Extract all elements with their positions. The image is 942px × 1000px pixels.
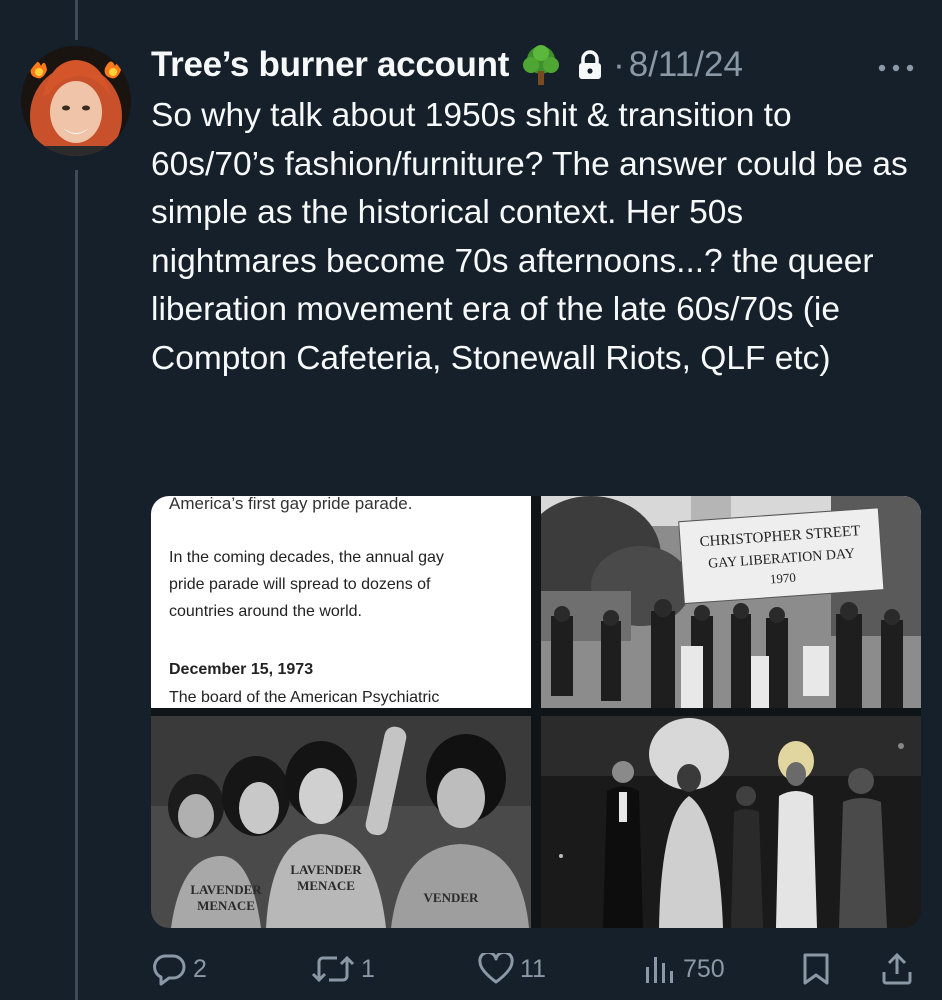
doc-paragraph-line-3: countries around the world. (169, 603, 362, 620)
views-button[interactable]: 750 (643, 944, 725, 994)
author-name[interactable]: Tree’s burner account (151, 45, 509, 85)
lavender-menace-photo-image: LAVENDER MENACE LAVENDER MENACE VENDER (151, 716, 531, 928)
media-lavender-menace-photo[interactable]: LAVENDER MENACE LAVENDER MENACE VENDER (151, 716, 531, 928)
tweet-header: Tree’s burner account · 8/11/24 (151, 40, 743, 90)
avatar-image (21, 46, 131, 156)
reply-icon (153, 954, 186, 986)
shirt-2-line-2: MENACE (297, 878, 355, 893)
shirt-3-line-1: VENDER (424, 890, 480, 905)
share-icon (882, 952, 912, 985)
like-count: 11 (520, 954, 546, 983)
media-parade-photo[interactable]: CHRISTOPHER STREET GAY LIBERATION DAY 19… (541, 496, 921, 708)
repost-icon (311, 955, 355, 983)
separator: · (613, 45, 625, 84)
media-event-photo[interactable] (541, 716, 921, 928)
like-button[interactable]: 11 (478, 944, 546, 994)
media-grid: America’s first gay pride parade. In the… (151, 496, 921, 928)
doc-paragraph-line-1: In the coming decades, the annual gay (169, 549, 444, 566)
views-analytics-icon (646, 957, 673, 983)
reply-count: 2 (193, 954, 207, 983)
tweet-text: So why talk about 1950s shit & transitio… (151, 97, 918, 377)
shirt-1-line-2: MENACE (197, 898, 255, 913)
heart-icon (478, 953, 514, 984)
bookmark-button[interactable] (801, 944, 831, 994)
shirt-1-line-1: LAVENDER (190, 882, 262, 897)
parade-photo-image: CHRISTOPHER STREET GAY LIBERATION DAY 19… (541, 496, 921, 708)
tweet-date[interactable]: 8/11/24 (629, 45, 743, 85)
banner-line-3: 1970 (769, 570, 796, 587)
doc-last-line: The board of the American Psychiatric (169, 689, 440, 706)
more-options-icon[interactable] (876, 48, 916, 82)
doc-paragraph-line-2: pride parade will spread to dozens of (169, 576, 431, 593)
action-bar: 2 1 11 750 (151, 944, 921, 994)
views-count: 750 (683, 954, 725, 983)
reply-button[interactable]: 2 (151, 944, 207, 994)
bookmark-icon (803, 953, 829, 985)
thread-line-bottom (75, 170, 78, 1000)
shirt-2-line-1: LAVENDER (290, 862, 362, 877)
share-button[interactable] (881, 944, 913, 994)
repost-button[interactable]: 1 (311, 944, 375, 994)
event-photo-image (541, 716, 921, 928)
repost-count: 1 (361, 954, 375, 983)
thread-line-top (75, 0, 78, 40)
doc-top-line: America’s first gay pride parade. (169, 496, 413, 513)
doc-date-heading: December 15, 1973 (169, 661, 314, 678)
avatar[interactable] (21, 46, 131, 156)
lock-icon (577, 50, 603, 80)
tree-emoji-icon (519, 43, 563, 87)
media-document-screenshot[interactable]: America’s first gay pride parade. In the… (151, 496, 531, 708)
